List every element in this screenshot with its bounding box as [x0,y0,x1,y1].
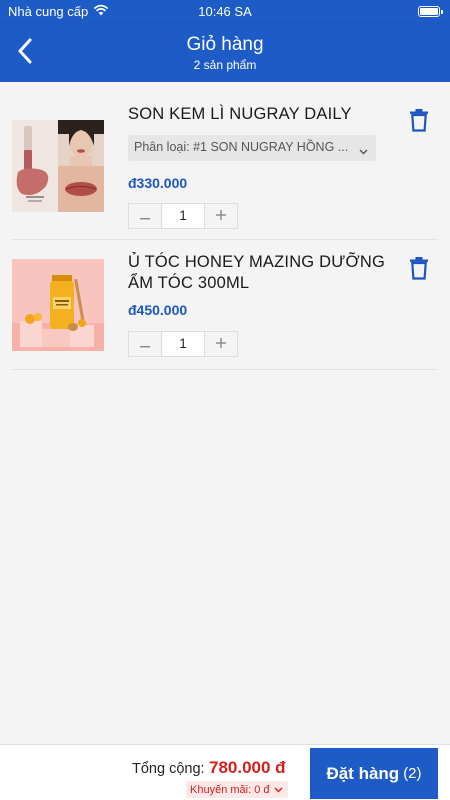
chevron-down-icon [274,784,283,796]
app-header: Giỏ hàng 2 sản phẩm [0,24,450,82]
product-name[interactable]: Ủ TÓC HONEY MAZING DƯỠNG ẨM TÓC 300ML [128,252,386,294]
battery-icon [418,6,443,17]
order-count: (2) [403,765,422,782]
delete-button[interactable] [408,108,430,132]
quantity-stepper: 1 [128,331,238,357]
plus-icon [216,207,226,225]
minus-icon [140,335,150,353]
lipstick-product-image[interactable] [12,120,104,212]
cart-list: SON KEM LÌ NUGRAY DAILY Phân loại: #1 SO… [0,82,450,744]
decrease-quantity-button[interactable] [129,332,161,356]
promo-label: Khuyến mãi: 0 đ [190,784,270,796]
checkout-bar: Tổng cộng: 780.000 đ Khuyến mãi: 0 đ Đặt… [0,744,450,800]
page-title: Giỏ hàng [186,34,264,55]
cart-item: SON KEM LÌ NUGRAY DAILY Phân loại: #1 SO… [12,82,438,240]
delete-button[interactable] [408,256,430,280]
product-price: đ450.000 [128,302,188,318]
plus-icon [216,335,226,353]
increase-quantity-button[interactable] [205,204,237,228]
trash-icon [408,109,430,136]
quantity-stepper: 1 [128,203,238,229]
place-order-button[interactable]: Đặt hàng (2) [310,748,438,799]
quantity-value[interactable]: 1 [161,204,205,228]
quantity-value[interactable]: 1 [161,332,205,356]
chevron-down-icon [359,144,368,158]
variant-select[interactable]: Phân loại: #1 SON NUGRAY HỒNG ... [128,135,376,161]
status-bar: Nhà cung cấp 10:46 SA [0,0,450,24]
honey-hair-mask-product-image[interactable] [12,259,104,351]
product-price: đ330.000 [128,175,188,191]
cart-item: Ủ TÓC HONEY MAZING DƯỠNG ẨM TÓC 300ML đ4… [12,240,438,370]
clock: 10:46 SA [198,4,252,19]
variant-label: Phân loại: #1 SON NUGRAY HỒNG ... [134,140,349,154]
promo-dropdown[interactable]: Khuyến mãi: 0 đ [186,781,288,798]
total-label: Tổng cộng: [132,761,205,777]
total-value: 780.000 đ [209,758,286,777]
minus-icon [140,207,150,225]
decrease-quantity-button[interactable] [129,204,161,228]
product-name[interactable]: SON KEM LÌ NUGRAY DAILY [128,104,386,125]
item-count: 2 sản phẩm [193,58,257,72]
trash-icon [408,257,430,284]
order-button-label: Đặt hàng [326,763,400,783]
increase-quantity-button[interactable] [205,332,237,356]
